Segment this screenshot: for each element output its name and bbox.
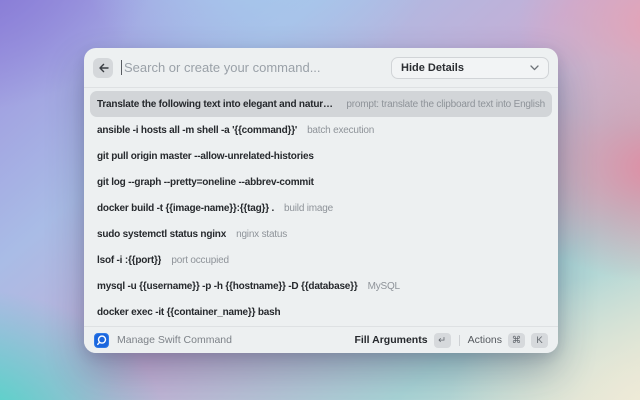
command-row[interactable]: Translate the following text into elegan… xyxy=(90,91,552,117)
command-title: sudo systemctl status nginx xyxy=(97,229,226,240)
actions-button[interactable]: Actions xyxy=(468,334,502,346)
details-dropdown[interactable]: Hide Details xyxy=(391,57,549,79)
command-row[interactable]: docker exec -it {{container_name}} bash xyxy=(90,299,552,325)
search-header: Search or create your command... Hide De… xyxy=(84,48,558,88)
command-title: lsof -i :{{port}} xyxy=(97,255,161,266)
app-name-label: Manage Swift Command xyxy=(117,334,232,346)
command-subtitle: prompt: translate the clipboard text int… xyxy=(346,99,545,110)
command-subtitle: port occupied xyxy=(171,255,228,266)
desktop-background: { "window": { "header": { "back_icon": "… xyxy=(0,0,640,400)
details-dropdown-value: Hide Details xyxy=(401,62,464,74)
command-subtitle: MySQL xyxy=(368,281,400,292)
status-bar: Manage Swift Command Fill Arguments ↵ Ac… xyxy=(84,326,558,353)
back-button[interactable] xyxy=(93,58,113,78)
command-title: Translate the following text into elegan… xyxy=(97,99,336,110)
text-cursor xyxy=(121,60,122,75)
search-placeholder: Search or create your command... xyxy=(124,60,321,75)
command-title: mysql -u {{username}} -p -h {{hostname}}… xyxy=(97,281,358,292)
command-row[interactable]: mysql -u {{username}} -p -h {{hostname}}… xyxy=(90,273,552,299)
command-row[interactable]: docker build -t {{image-name}}:{{tag}} .… xyxy=(90,195,552,221)
footer-actions: Fill Arguments ↵ Actions ⌘ K xyxy=(354,333,548,348)
swift-command-logo-icon xyxy=(94,333,109,348)
command-subtitle: batch execution xyxy=(307,125,374,136)
command-title: docker exec -it {{container_name}} bash xyxy=(97,307,280,318)
command-row[interactable]: lsof -i :{{port}} port occupied xyxy=(90,247,552,273)
arrow-left-icon xyxy=(98,63,109,73)
search-input[interactable]: Search or create your command... xyxy=(121,60,383,75)
command-row[interactable]: sudo systemctl status nginx nginx status xyxy=(90,221,552,247)
command-row[interactable]: git pull origin master --allow-unrelated… xyxy=(90,143,552,169)
command-subtitle: build image xyxy=(284,203,333,214)
command-title: git log --graph --pretty=oneline --abbre… xyxy=(97,177,314,188)
command-subtitle: nginx status xyxy=(236,229,287,240)
command-row[interactable]: git log --graph --pretty=oneline --abbre… xyxy=(90,169,552,195)
footer-divider xyxy=(459,335,460,346)
command-key-icon: ⌘ xyxy=(508,333,525,348)
command-palette-window: Search or create your command... Hide De… xyxy=(84,48,558,353)
k-key-icon: K xyxy=(531,333,548,348)
command-title: git pull origin master --allow-unrelated… xyxy=(97,151,314,162)
chevron-down-icon xyxy=(530,65,539,71)
command-row[interactable]: ansible -i hosts all -m shell -a '{{comm… xyxy=(90,117,552,143)
command-title: docker build -t {{image-name}}:{{tag}} . xyxy=(97,203,274,214)
command-list: Translate the following text into elegan… xyxy=(84,88,558,325)
return-key-icon: ↵ xyxy=(434,333,451,348)
fill-arguments-button[interactable]: Fill Arguments xyxy=(354,334,427,346)
command-title: ansible -i hosts all -m shell -a '{{comm… xyxy=(97,125,297,136)
